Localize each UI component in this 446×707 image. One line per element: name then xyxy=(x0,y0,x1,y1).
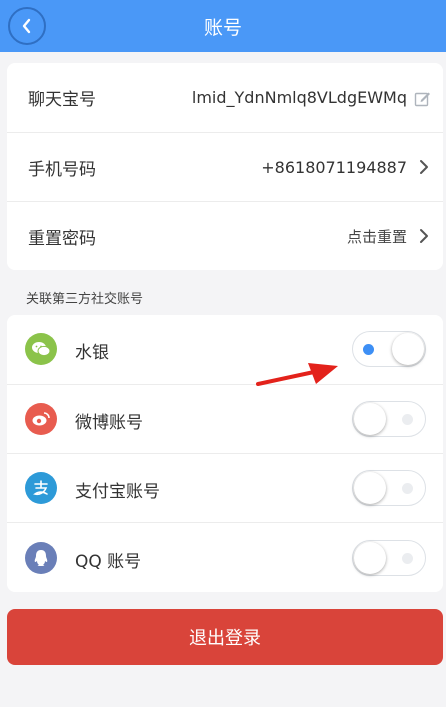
phone-label: 手机号码 xyxy=(28,159,96,180)
toggle-dot xyxy=(402,414,413,425)
app-header: 账号 xyxy=(0,0,446,52)
weibo-toggle[interactable] xyxy=(352,401,426,437)
social-label: 支付宝账号 xyxy=(75,482,160,502)
wechat-icon xyxy=(25,333,57,365)
qq-icon xyxy=(25,542,57,574)
toggle-dot xyxy=(363,344,374,355)
alipay-icon xyxy=(25,472,57,504)
toggle-dot xyxy=(402,553,413,564)
account-info-card: 聊天宝号 lmid_YdnNmlq8VLdgEWMq 手机号码 +8618071… xyxy=(7,63,443,270)
phone-row[interactable]: 手机号码 +8618071194887 xyxy=(7,133,443,201)
chevron-right-icon xyxy=(420,160,428,174)
weibo-icon xyxy=(25,403,57,435)
qq-toggle[interactable] xyxy=(352,540,426,576)
social-accounts-card: 水银 微博账号 支付宝账号 QQ 账号 xyxy=(7,315,443,592)
toggle-knob xyxy=(392,333,424,365)
back-button[interactable] xyxy=(8,7,46,45)
annotation-arrow-icon xyxy=(256,363,338,386)
chat-id-label: 聊天宝号 xyxy=(28,90,96,110)
social-label: QQ 账号 xyxy=(75,552,142,572)
alipay-toggle[interactable] xyxy=(352,470,426,506)
wechat-toggle[interactable] xyxy=(352,331,426,367)
social-row-wechat: 水银 xyxy=(7,315,443,384)
chevron-right-icon xyxy=(420,229,428,243)
toggle-dot xyxy=(402,483,413,494)
page-title: 账号 xyxy=(203,16,242,39)
logout-button[interactable]: 退出登录 xyxy=(7,609,443,665)
phone-value: +8618071194887 xyxy=(261,157,407,177)
reset-password-label: 重置密码 xyxy=(28,228,96,249)
logout-label: 退出登录 xyxy=(189,628,261,649)
toggle-knob xyxy=(354,542,386,574)
reset-password-row[interactable]: 重置密码 点击重置 xyxy=(7,202,443,270)
chat-id-value: lmid_YdnNmlq8VLdgEWMq xyxy=(191,88,407,107)
edit-icon[interactable] xyxy=(414,90,431,107)
toggle-knob xyxy=(354,472,386,504)
social-row-qq: QQ 账号 xyxy=(7,523,443,592)
chat-id-row: 聊天宝号 lmid_YdnNmlq8VLdgEWMq xyxy=(7,63,443,132)
social-label: 微博账号 xyxy=(75,413,143,433)
social-row-weibo: 微博账号 xyxy=(7,385,443,453)
social-label: 水银 xyxy=(75,343,109,363)
section-label: 关联第三方社交账号 xyxy=(26,292,144,307)
social-row-alipay: 支付宝账号 xyxy=(7,454,443,522)
reset-password-value: 点击重置 xyxy=(346,227,407,246)
toggle-knob xyxy=(354,403,386,435)
chevron-left-icon xyxy=(22,18,31,34)
